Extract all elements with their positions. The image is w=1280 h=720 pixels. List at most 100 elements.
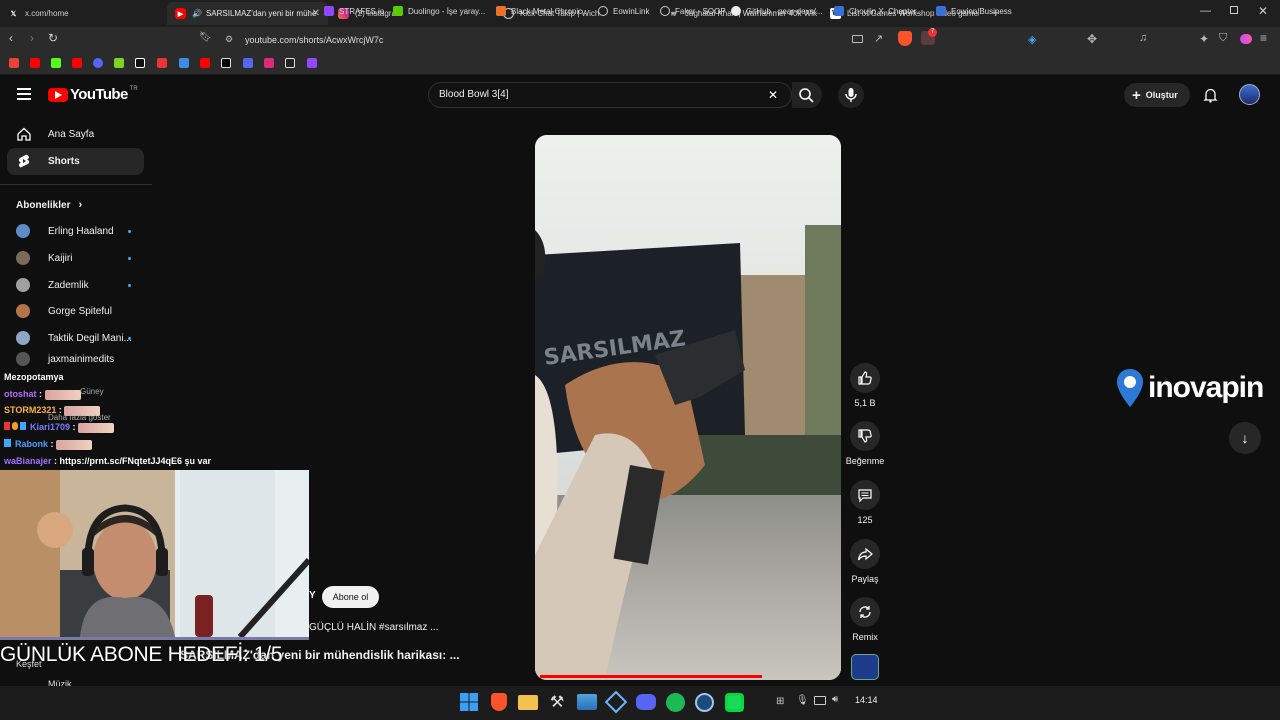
app-icon[interactable]: [604, 690, 628, 714]
sidebar-item-channel[interactable]: Taktik Degil Mani...: [0, 325, 150, 351]
bookmark-black-metal[interactable]: Black Metal Chronic...: [496, 4, 589, 18]
windows-start-icon[interactable]: [458, 691, 480, 713]
music-note-icon[interactable]: ♫: [1139, 32, 1147, 44]
x-bookmark-icon[interactable]: [221, 58, 231, 68]
hamburger-menu-icon[interactable]: [17, 88, 31, 100]
sidebar-item-channel[interactable]: Kaijiri: [0, 245, 150, 271]
tab-youtube[interactable]: ▶ 🔊 SARSILMAZ'dan yeni bir mühendi ✕: [167, 2, 328, 25]
avatar[interactable]: [1239, 84, 1260, 105]
share-arrow-icon: [857, 547, 873, 561]
share-button[interactable]: Paylaş: [845, 539, 885, 584]
close-window-icon[interactable]: ✕: [1258, 4, 1268, 18]
sidebar-item-home[interactable]: Ana Sayfa: [0, 121, 150, 147]
video-progress-bar[interactable]: [540, 675, 762, 678]
bookmark-icon[interactable]: [179, 58, 189, 68]
gmail-icon[interactable]: [9, 58, 19, 68]
leo-ai-icon[interactable]: ✦: [1199, 32, 1209, 46]
twitch-icon: [324, 6, 334, 16]
forward-icon[interactable]: ›: [30, 31, 34, 45]
bookmark-faker[interactable]: Faker - SOOP: [660, 4, 726, 18]
sidebar-item-channel[interactable]: jaxmainimedits: [0, 352, 150, 366]
wallet-icon[interactable]: ◈: [1028, 33, 1036, 46]
search-box[interactable]: ✕: [428, 82, 792, 108]
sidebar-item-music[interactable]: Müzik: [48, 679, 72, 686]
subscriptions-header[interactable]: Abonelikler ›: [16, 199, 82, 211]
spotify-icon[interactable]: [664, 691, 686, 713]
bookmark-duolingo[interactable]: Duolingo - İşe yaray...: [393, 4, 485, 18]
cast-icon[interactable]: [852, 35, 863, 43]
subscribe-button[interactable]: Abone ol: [322, 586, 379, 608]
globe-icon: [660, 6, 670, 16]
create-button[interactable]: + Oluştur: [1124, 83, 1190, 107]
comments-button[interactable]: 125: [845, 480, 885, 525]
restore-icon[interactable]: [1230, 6, 1238, 14]
youtube-bookmark-icon[interactable]: [200, 58, 210, 68]
microphone-tray-icon[interactable]: 🎙︎: [796, 695, 809, 706]
site-info-icon[interactable]: ⚙: [225, 34, 233, 45]
new-content-dot: [128, 230, 131, 233]
tiktok-icon[interactable]: [135, 58, 145, 68]
photos-icon[interactable]: [576, 691, 598, 713]
search-button[interactable]: [792, 82, 822, 108]
share-page-icon[interactable]: ↗: [874, 32, 883, 45]
display-tray-icon[interactable]: [814, 696, 826, 705]
shorts-video-player[interactable]: SARSILMAZ: [535, 135, 841, 680]
voice-search-button[interactable]: [838, 82, 864, 108]
instagram-bookmark-icon[interactable]: [264, 58, 274, 68]
app-icon[interactable]: [723, 691, 745, 713]
brave-shield-icon[interactable]: [898, 31, 912, 46]
remix-button[interactable]: Remix: [845, 597, 885, 642]
bookmark-strafes[interactable]: STRAFES.io: [324, 4, 384, 18]
menu-icon[interactable]: ≡: [1260, 31, 1267, 45]
brave-browser-icon[interactable]: [488, 691, 510, 713]
notifications-button[interactable]: [1203, 87, 1218, 108]
url-field[interactable]: ⚙ youtube.com/shorts/AcwxWrcjW7c: [215, 30, 945, 50]
twitch-icon[interactable]: [307, 58, 317, 68]
tab-x[interactable]: 𝕏 x.com/home: [0, 2, 165, 25]
hammer-tool-icon[interactable]: ⚒: [546, 691, 568, 713]
profile-icon[interactable]: [1240, 34, 1252, 44]
sidebar-item-explore[interactable]: Keşfet: [16, 659, 42, 669]
vpn-shield-icon[interactable]: ⛉: [1219, 32, 1227, 45]
bookmark-icon[interactable]: [285, 58, 295, 68]
subscriber-goal-overlay: GÜNLÜK ABONE HEDEFİ: 1/5: [0, 643, 283, 666]
youtube-logo[interactable]: YouTube TR: [48, 86, 138, 103]
plus-icon: +: [1132, 86, 1141, 104]
volume-icon[interactable]: 🔊︎: [832, 694, 838, 705]
kick-icon[interactable]: [51, 58, 61, 68]
bookmark-github[interactable]: GitHub - pear-devs/...: [731, 4, 822, 18]
bookmark-icon[interactable]: [243, 58, 253, 68]
bookmark-eowinn-business[interactable]: Eowinn|Business: [936, 4, 1012, 18]
bookmark-icon[interactable]: [114, 58, 124, 68]
bookmark-icon[interactable]: [157, 58, 167, 68]
sidebar-item-channel[interactable]: Zademlik: [0, 272, 150, 298]
youtube-bookmark-icon[interactable]: [30, 58, 40, 68]
sidebar-item-shorts[interactable]: Shorts: [0, 148, 150, 174]
bookmark-choujin[interactable]: Choujin X, Chapter...: [834, 4, 923, 18]
clear-search-icon[interactable]: ✕: [768, 88, 778, 102]
reload-icon[interactable]: ↻: [48, 31, 58, 45]
discord-bookmark-icon[interactable]: [93, 58, 103, 68]
search-input[interactable]: [439, 89, 739, 100]
youtube-bookmark-icon[interactable]: [72, 58, 82, 68]
audio-source-thumbnail[interactable]: [851, 654, 879, 680]
next-video-button[interactable]: ↓: [1229, 422, 1261, 454]
bookmark-icon[interactable]: 🔖︎: [199, 32, 212, 43]
clock[interactable]: 14:14: [855, 695, 878, 705]
arrow-down-icon: ↓: [1241, 430, 1249, 446]
dislike-button[interactable]: Beğenme: [845, 421, 885, 466]
back-icon[interactable]: ‹: [9, 31, 13, 45]
like-button[interactable]: 5,1 B: [845, 363, 885, 408]
badge-icon: [12, 422, 18, 430]
minimize-icon[interactable]: —: [1200, 5, 1211, 17]
puzzle-icon[interactable]: ✥: [1087, 32, 1097, 46]
close-tab-icon[interactable]: ✕: [312, 8, 320, 19]
file-explorer-icon[interactable]: [517, 691, 539, 713]
channel-avatar: [16, 304, 30, 318]
tray-icon[interactable]: ⊞: [776, 696, 784, 707]
steam-icon[interactable]: [693, 691, 715, 713]
bookmark-eowinlink[interactable]: EowinLink: [598, 4, 649, 18]
sidebar-item-channel[interactable]: Gorge Spiteful: [0, 298, 150, 324]
sidebar-item-channel[interactable]: Erling Haaland: [0, 218, 150, 244]
discord-icon[interactable]: [635, 691, 657, 713]
